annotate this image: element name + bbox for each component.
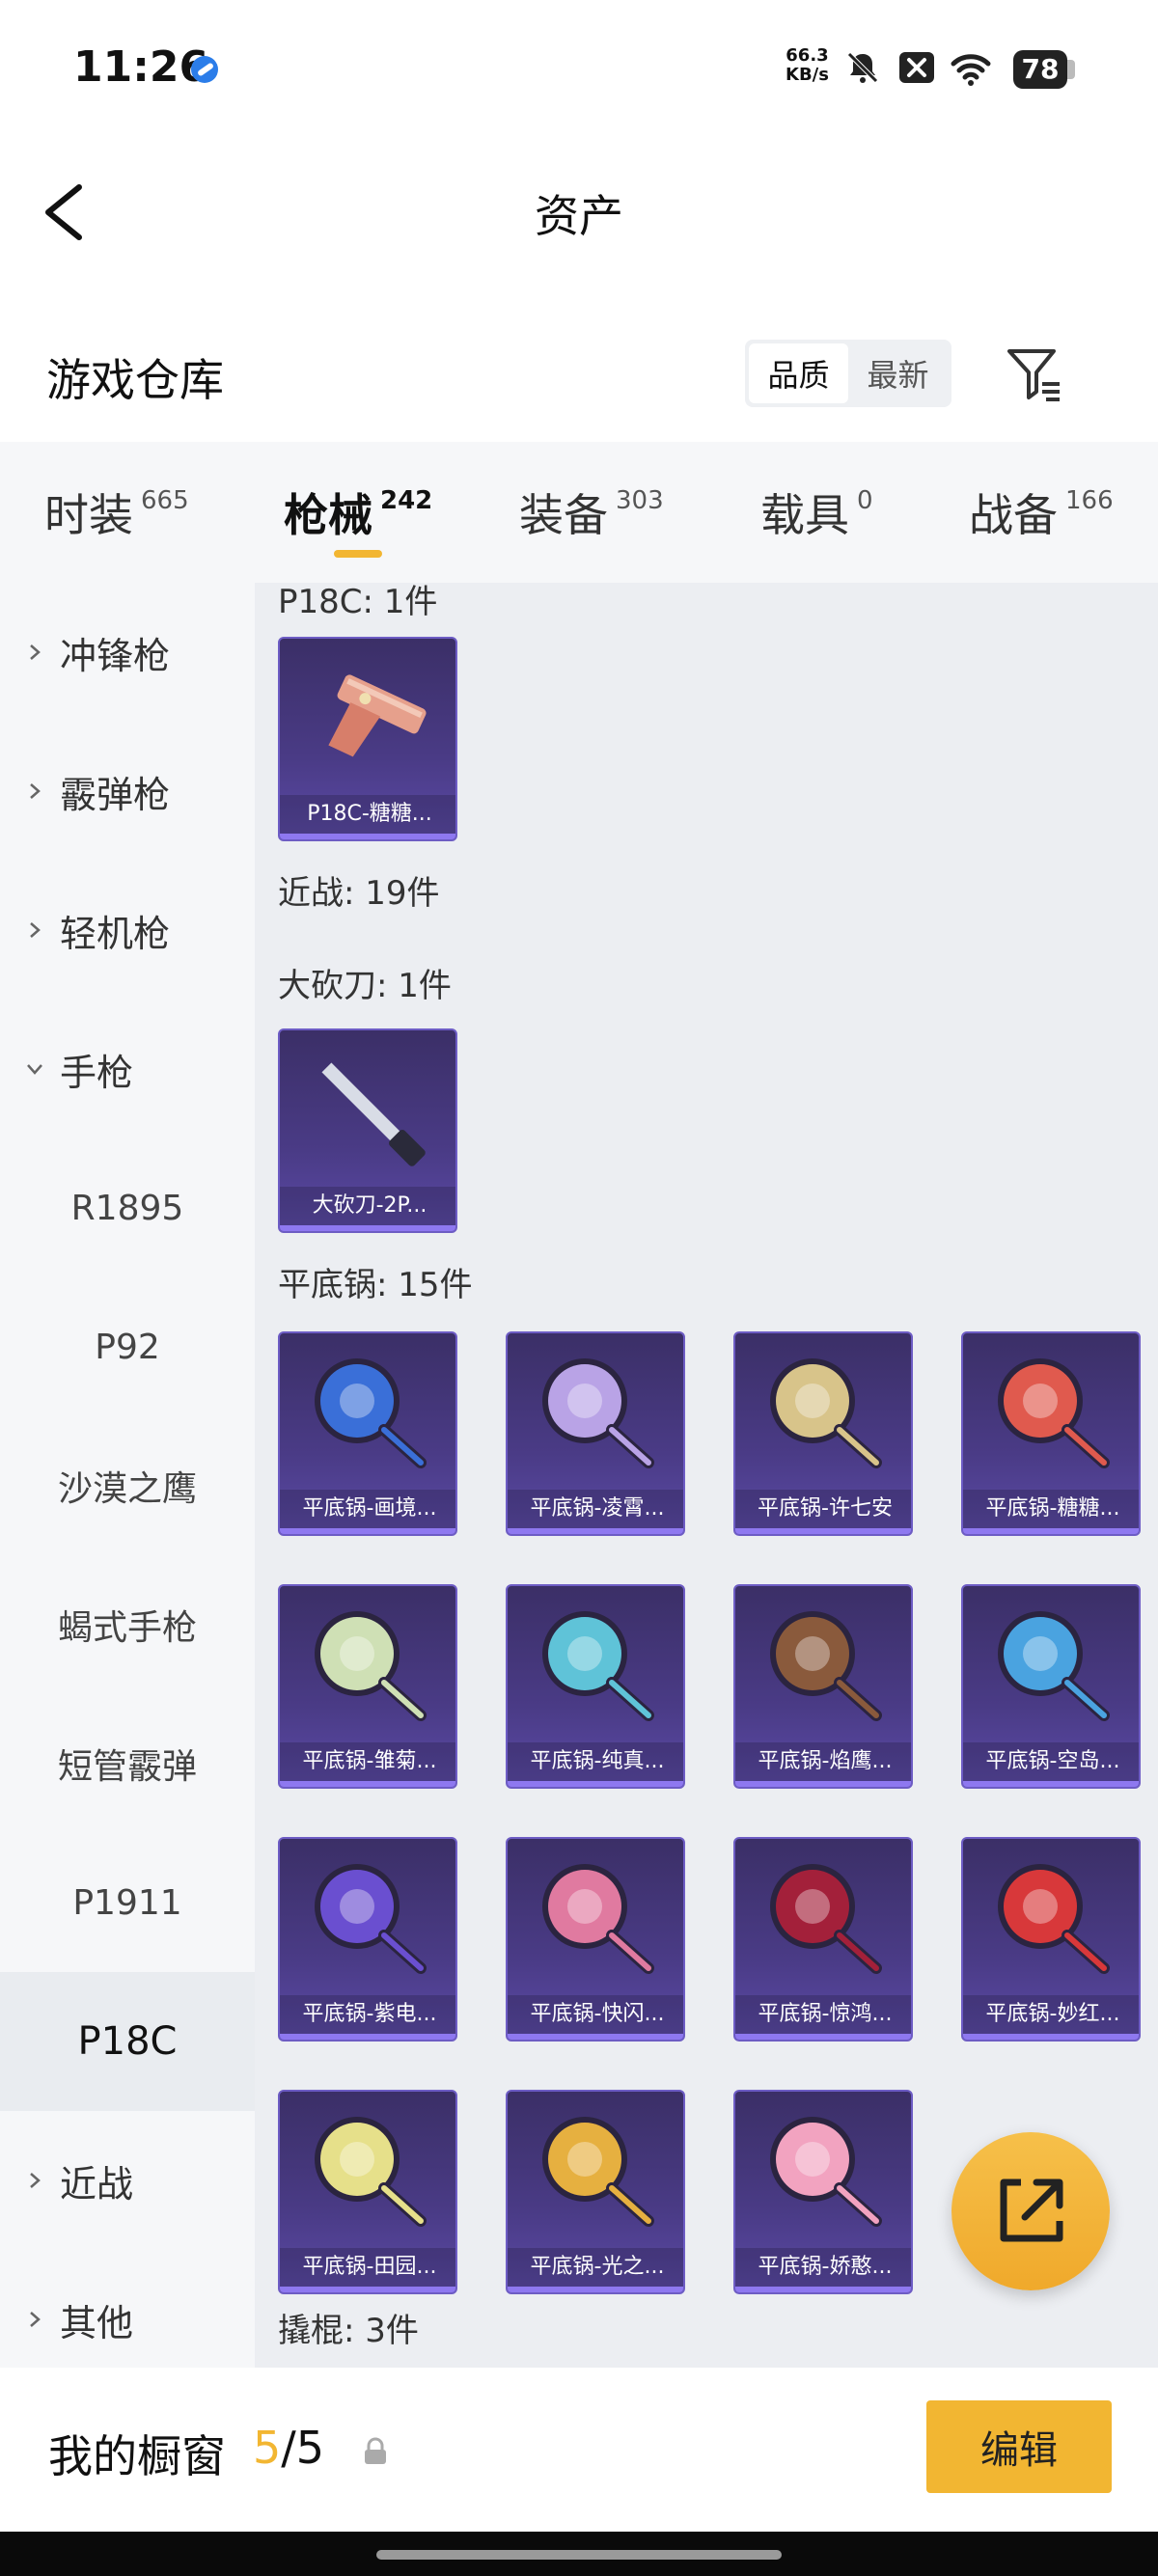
sidebar-sub-p92[interactable]: P92 <box>0 1277 255 1416</box>
sidebar-item-melee[interactable]: 近战 <box>0 2111 255 2250</box>
active-tab-indicator <box>334 550 382 558</box>
item-card-pan[interactable]: 平底锅-画境... <box>278 1331 457 1536</box>
system-nav-bar <box>0 2532 1158 2576</box>
filter-icon[interactable] <box>1004 343 1065 405</box>
frying-pan-icon <box>542 1358 654 1468</box>
sidebar-item-lmg[interactable]: 轻机枪 <box>0 861 255 1000</box>
frying-pan-icon <box>542 1864 654 1974</box>
item-card-pan[interactable]: 平底锅-许七安 <box>733 1331 913 1536</box>
warehouse-title: 游戏仓库 <box>46 354 224 406</box>
item-card-p18c[interactable]: P18C-糖糖... <box>278 637 457 841</box>
item-card-pan[interactable]: 平底锅-光之... <box>506 2090 685 2294</box>
sidebar-sub-r1895[interactable]: R1895 <box>0 1138 255 1277</box>
frying-pan-icon <box>315 1358 427 1468</box>
group-title-machete: 大砍刀: 1件 <box>278 967 452 1005</box>
item-card-pan[interactable]: 平底锅-纯真... <box>506 1584 685 1789</box>
tab-fashion[interactable]: 时装 665 <box>44 480 189 544</box>
frying-pan-icon <box>998 1358 1110 1468</box>
sidebar-item-smg[interactable]: 冲锋枪 <box>0 583 255 722</box>
showcase-count: 5/5 <box>253 2422 325 2474</box>
frying-pan-icon <box>770 1358 882 1468</box>
category-tabs: 时装 665 枪械 242 装备 303 载具 0 战备 166 <box>0 442 1158 583</box>
battery-icon: 78 <box>1013 50 1067 89</box>
sidebar-item-pistol[interactable]: 手枪 <box>0 1000 255 1138</box>
machete-icon <box>321 1062 426 1166</box>
app-notification-icon <box>191 56 218 83</box>
close-box-icon <box>899 52 934 83</box>
page-title: 资产 <box>535 190 623 242</box>
sidebar-sub-desert-eagle[interactable]: 沙漠之鹰 <box>0 1416 255 1555</box>
item-card-pan[interactable]: 平底锅-凌霄... <box>506 1331 685 1536</box>
item-card-pan[interactable]: 平底锅-焰鹰... <box>733 1584 913 1789</box>
chevron-down-icon <box>27 1064 42 1075</box>
frying-pan-icon <box>998 1611 1110 1721</box>
network-speed: 66.3 KB/s <box>786 45 829 85</box>
home-handle[interactable] <box>376 2550 782 2560</box>
group-title-p18c: P18C: 1件 <box>278 583 438 621</box>
chevron-right-icon <box>30 2173 41 2188</box>
weapon-category-sidebar: 冲锋枪 霰弹枪 轻机枪 手枪 R1895 P92 沙漠之鹰 蝎式手枪 短管霰弹 … <box>0 583 255 2368</box>
share-icon <box>1000 2179 1063 2242</box>
mute-icon <box>847 52 878 83</box>
tab-equipment[interactable]: 装备 303 <box>519 480 664 544</box>
pistol-icon <box>328 674 427 757</box>
showcase-bar: 我的橱窗 5/5 编辑 <box>0 2368 1158 2532</box>
item-card-pan[interactable]: 平底锅-妙红... <box>961 1837 1141 2042</box>
tab-vehicles[interactable]: 载具 0 <box>760 480 873 544</box>
tab-supplies[interactable]: 战备 166 <box>969 480 1114 544</box>
sidebar-sub-skorpion[interactable]: 蝎式手枪 <box>0 1555 255 1694</box>
frying-pan-icon <box>542 1611 654 1721</box>
item-card-pan[interactable]: 平底锅-娇憨... <box>733 2090 913 2294</box>
group-title-crowbar: 撬棍: 3件 <box>278 2312 419 2350</box>
item-card-pan[interactable]: 平底锅-快闪... <box>506 1837 685 2042</box>
frying-pan-icon <box>315 1864 427 1974</box>
chevron-right-icon <box>30 2312 41 2327</box>
share-button[interactable] <box>951 2132 1110 2290</box>
item-grid-panel: P18C: 1件 P18C-糖糖... 近战: 19件 大砍刀: 1件 大砍刀-… <box>255 583 1158 2368</box>
sidebar-item-shotgun[interactable]: 霰弹枪 <box>0 722 255 861</box>
frying-pan-icon <box>542 2117 654 2227</box>
chevron-right-icon <box>30 783 41 799</box>
item-card-pan[interactable]: 平底锅-雏菊... <box>278 1584 457 1789</box>
item-card-pan[interactable]: 平底锅-田园... <box>278 2090 457 2294</box>
frying-pan-icon <box>315 2117 427 2227</box>
group-title-melee: 近战: 19件 <box>278 874 440 913</box>
item-card-pan[interactable]: 平底锅-惊鸿... <box>733 1837 913 2042</box>
edit-button[interactable]: 编辑 <box>926 2400 1112 2493</box>
battery-tip <box>1067 60 1075 79</box>
showcase-label: 我的橱窗 <box>48 2430 226 2482</box>
sidebar-sub-sawed-off[interactable]: 短管霰弹 <box>0 1694 255 1833</box>
chevron-right-icon <box>30 644 41 660</box>
status-bar: 11:26 66.3 KB/s 78 <box>0 0 1158 145</box>
sort-by-newest[interactable]: 最新 <box>848 343 948 403</box>
frying-pan-icon <box>770 1864 882 1974</box>
group-title-pan: 平底锅: 15件 <box>278 1266 473 1304</box>
frying-pan-icon <box>998 1864 1110 1974</box>
item-card-pan[interactable]: 平底锅-糖糖... <box>961 1331 1141 1536</box>
tab-firearms[interactable]: 枪械 242 <box>284 480 432 544</box>
sidebar-sub-p18c[interactable]: P18C <box>0 1972 255 2111</box>
item-card-machete[interactable]: 大砍刀-2P... <box>278 1028 457 1233</box>
chevron-right-icon <box>30 922 41 938</box>
status-time: 11:26 <box>73 42 209 92</box>
sort-by-quality[interactable]: 品质 <box>749 343 848 403</box>
item-card-pan[interactable]: 平底锅-紫电... <box>278 1837 457 2042</box>
frying-pan-icon <box>770 1611 882 1721</box>
frying-pan-icon <box>770 2117 882 2227</box>
sort-toggle: 品质 最新 <box>745 340 951 407</box>
frying-pan-icon <box>315 1611 427 1721</box>
lock-icon <box>365 2437 386 2464</box>
item-card-pan[interactable]: 平底锅-空岛... <box>961 1584 1141 1789</box>
sidebar-sub-p1911[interactable]: P1911 <box>0 1833 255 1972</box>
wifi-icon <box>951 54 991 86</box>
